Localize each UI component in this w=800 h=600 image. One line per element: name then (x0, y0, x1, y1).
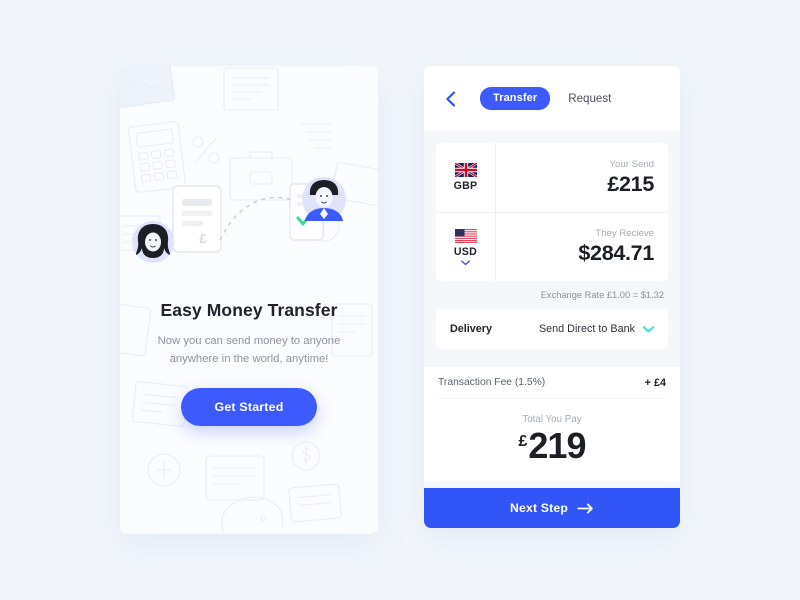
delivery-value: Send Direct to Bank (538, 323, 635, 335)
woman-avatar (132, 221, 174, 263)
onboarding-copy: Easy Money Transfer Now you can send mon… (120, 300, 378, 369)
transaction-fee-label: Transaction Fee (1.5%) (438, 377, 546, 388)
svg-text:£: £ (199, 231, 207, 246)
fee-section: Transaction Fee (1.5%) + £4 (424, 367, 680, 399)
chevron-left-icon (445, 91, 455, 106)
currency-selector-gbp[interactable]: GBP (436, 143, 496, 212)
chevron-down-icon (643, 325, 654, 332)
total-currency-symbol: £ (518, 433, 528, 450)
amount-value-send[interactable]: £215 (607, 172, 654, 197)
transfer-body: GBP Your Send £215 USD They Recieve $284… (424, 131, 680, 488)
delivery-label: Delivery (450, 323, 493, 335)
currency-code-usd: USD (453, 245, 478, 258)
total-amount-value: 219 (528, 425, 586, 466)
onboarding-phone-card: £ Easy Money Transfer Now you can send m… (120, 66, 378, 534)
amount-value-receive[interactable]: $284.71 (578, 241, 654, 266)
transfer-phone-card: Transfer Request GBP Your Send £215 USD … (424, 66, 680, 528)
amount-block-receive: They Recieve $284.71 (496, 213, 668, 281)
page-title: Easy Money Transfer (160, 300, 338, 320)
transaction-fee-value: + £4 (644, 376, 666, 389)
exchange-rate-text: Exchange Rate £1.00 = $1.32 (540, 290, 664, 300)
total-amount: £ 219 (424, 425, 680, 466)
total-label: Total You Pay (522, 414, 582, 425)
chevron-down-icon (461, 259, 470, 265)
currency-row-gbp: GBP Your Send £215 (436, 143, 668, 212)
get-started-button[interactable]: Get Started (181, 388, 317, 426)
us-flag-icon (454, 228, 477, 243)
amount-label-send: Your Send (609, 158, 654, 170)
delivery-method-row[interactable]: Delivery Send Direct to Bank (436, 309, 668, 349)
tab-request[interactable]: Request (568, 92, 611, 105)
total-section: Total You Pay £ 219 (424, 399, 680, 482)
page-subtitle: Now you can send money to anyone anywher… (157, 335, 341, 366)
currency-selector-usd[interactable]: USD (436, 213, 496, 281)
transaction-fee-row: Transaction Fee (1.5%) + £4 (438, 367, 666, 399)
arrow-right-icon (577, 503, 593, 513)
next-step-button[interactable]: Next Step (424, 488, 680, 528)
delivery-value-wrap: Send Direct to Bank (539, 323, 654, 335)
man-avatar (302, 177, 346, 221)
currency-code-gbp: GBP (453, 180, 478, 192)
money-transfer-illustration: £ (132, 177, 346, 263)
transfer-topbar: Transfer Request (424, 66, 680, 131)
amount-block-send: Your Send £215 (496, 143, 668, 212)
currency-row-usd: USD They Recieve $284.71 (436, 212, 668, 281)
tab-transfer[interactable]: Transfer (480, 87, 551, 110)
currency-amount-card: GBP Your Send £215 USD They Recieve $284… (436, 143, 668, 281)
back-button[interactable] (440, 89, 460, 109)
next-step-label: Next Step (509, 501, 568, 515)
gb-flag-icon (454, 163, 477, 177)
amount-label-receive: They Recieve (595, 228, 654, 239)
